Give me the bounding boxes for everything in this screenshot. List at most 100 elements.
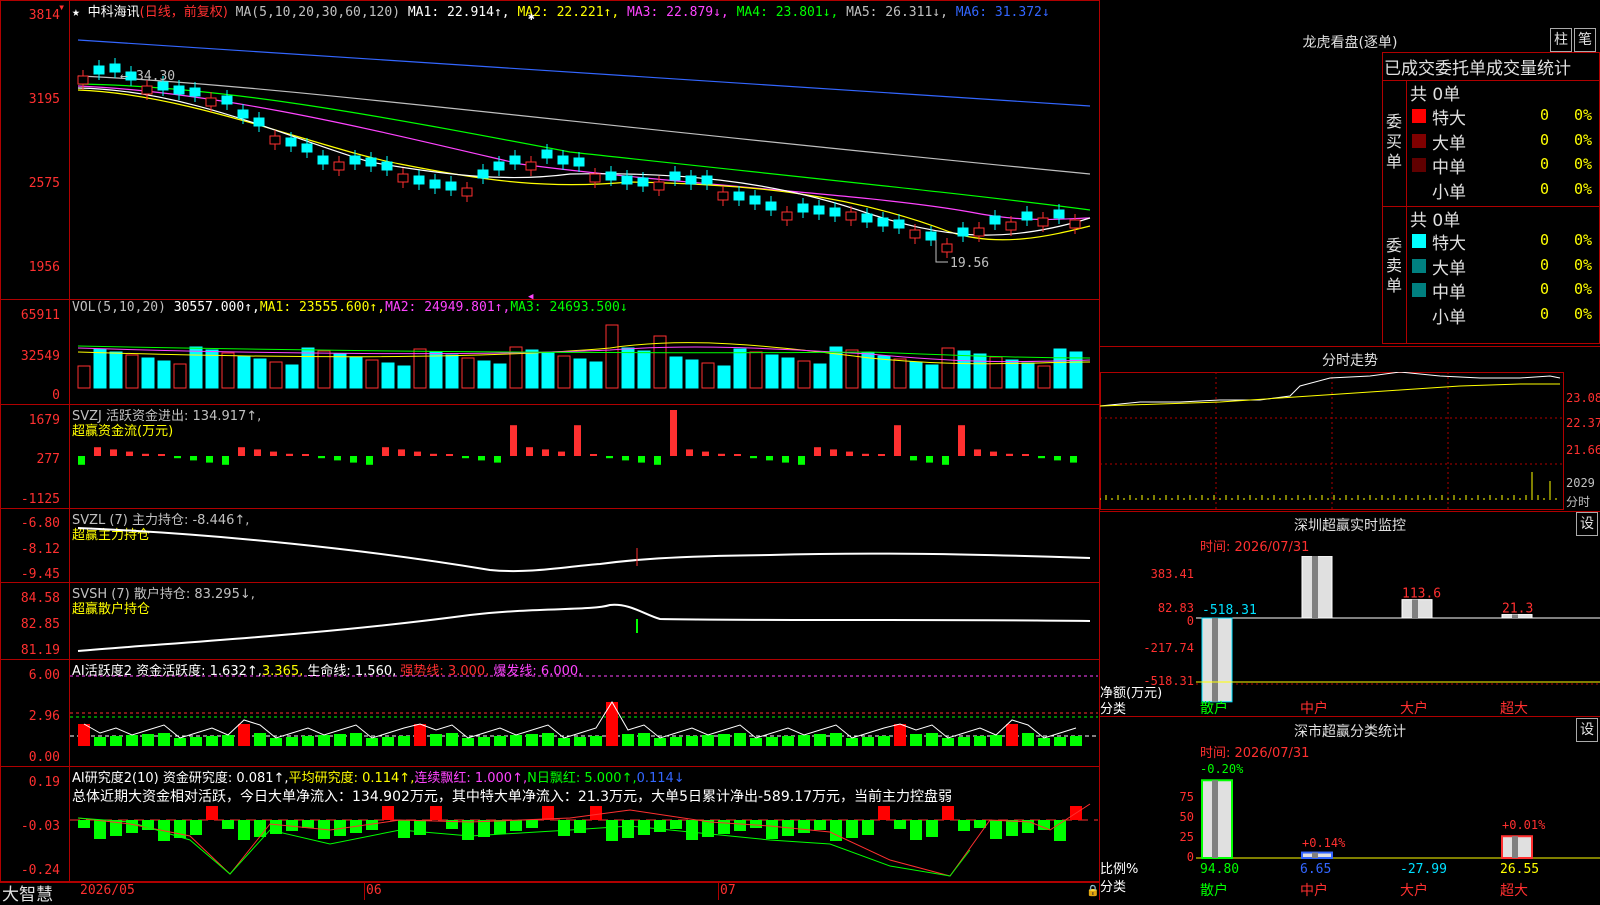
- ai2-bar: [958, 820, 970, 831]
- ai2-bar: [382, 806, 394, 820]
- row-label: 中单: [1432, 283, 1466, 303]
- svzj-bar: [574, 425, 581, 456]
- volume-bar: [1069, 351, 1083, 389]
- svzj-bar: [366, 456, 373, 465]
- volume-bar: [1005, 359, 1019, 389]
- svzj-bar: [606, 456, 613, 459]
- volume-bar: [909, 361, 923, 389]
- ai1-bar: [1006, 724, 1018, 746]
- svzj-bar: [382, 447, 389, 456]
- ai2-bar: [750, 820, 762, 828]
- volume-bar: [269, 361, 283, 389]
- ai2-bar: [814, 820, 826, 830]
- ai2-bar: [686, 820, 698, 840]
- candle-body: [109, 63, 121, 73]
- candle-body: [477, 169, 489, 179]
- intraday-chart[interactable]: [1100, 372, 1564, 510]
- candle-body: [877, 217, 889, 227]
- svzj-bar: [958, 425, 965, 456]
- volume-chart[interactable]: [70, 310, 1098, 402]
- candle-body: [845, 211, 857, 221]
- lock-icon[interactable]: 🔒: [1086, 884, 1100, 897]
- class-time: 时间: 2026/07/31: [1200, 746, 1310, 761]
- class-bottom-label: 94.80: [1200, 862, 1240, 877]
- svzj-bar: [670, 410, 677, 456]
- ai2-y-tick: 0.19: [28, 775, 60, 790]
- y-tick: 3814: [28, 8, 60, 23]
- class-bottom-label: -27.99: [1400, 862, 1447, 877]
- high-marker: ←: [120, 69, 128, 84]
- class-title: 深市超赢分类统计: [1294, 724, 1406, 740]
- candle-body: [957, 227, 969, 237]
- volume-bar: [925, 364, 939, 389]
- svzj-bar: [558, 451, 565, 456]
- x-divider: [364, 882, 365, 900]
- monitor-bar-shade: [1412, 599, 1418, 618]
- svzj-bar: [142, 453, 149, 456]
- monitor-settings-button[interactable]: 设: [1576, 512, 1598, 536]
- x-tick: 07: [720, 883, 736, 898]
- volume-bar: [141, 357, 155, 389]
- ai1-bar: [862, 737, 874, 746]
- candle-body: [221, 95, 233, 105]
- volume-bar: [189, 346, 203, 389]
- class-tick: 0: [1186, 850, 1194, 864]
- ai1-bar: [750, 738, 762, 746]
- svzj-bar: [510, 425, 517, 456]
- monitor-tick: 82.83: [1157, 601, 1194, 615]
- ai1-bar: [174, 738, 186, 746]
- svzl-y-tick: -8.12: [20, 542, 60, 557]
- ai2-bar: [254, 820, 266, 837]
- volume-bar: [333, 353, 347, 389]
- svzj-chart[interactable]: [70, 410, 1098, 506]
- ai1-bar: [910, 734, 922, 746]
- svzj-bar: [750, 456, 757, 459]
- ai1-bar: [78, 724, 90, 746]
- candle-body: [669, 171, 681, 181]
- ai2-bar: [94, 820, 106, 839]
- row-label: 小单: [1432, 182, 1466, 203]
- class-settings-button[interactable]: 设: [1576, 718, 1598, 742]
- row-pct: 0%: [1574, 280, 1593, 298]
- pen-mode-button[interactable]: 笔: [1574, 28, 1596, 52]
- ai2-bar: [622, 820, 634, 838]
- svzj-bar: [318, 456, 325, 459]
- buy-side-label: 委买单: [1386, 112, 1403, 171]
- ai2-bar: [670, 820, 682, 829]
- svzl-chart[interactable]: [70, 510, 1098, 580]
- class-bar-shade: [1312, 852, 1318, 858]
- svzl-y-tick: -9.45: [20, 567, 60, 582]
- ai2-bar: [494, 820, 506, 834]
- monitor-tick: -217.74: [1143, 641, 1194, 655]
- volume-bar: [557, 355, 571, 389]
- ai1-bar: [222, 735, 234, 746]
- ai1-bar: [94, 737, 106, 746]
- intraday-top-border: [1099, 346, 1600, 347]
- bar-mode-button[interactable]: 柱: [1550, 28, 1572, 52]
- row-label: 大单: [1432, 133, 1466, 154]
- low-label: 19.56: [950, 256, 989, 271]
- svzj-bar: [1022, 454, 1029, 456]
- intraday-tick: 2029: [1566, 476, 1595, 490]
- svsh-chart[interactable]: [70, 585, 1098, 657]
- ai2-chart[interactable]: [70, 800, 1098, 878]
- svzj-bar: [350, 456, 357, 463]
- volume-bar: [685, 359, 699, 389]
- brand-logo[interactable]: 大智慧: [2, 880, 53, 905]
- ai1-chart[interactable]: [70, 662, 1098, 764]
- ai1-bar: [110, 736, 122, 746]
- y-tick: 1956: [28, 260, 60, 275]
- candle-body: [141, 85, 153, 95]
- ai1-bar: [990, 735, 1002, 746]
- row-count: 0: [1540, 231, 1550, 249]
- ai2-bar: [1038, 820, 1050, 830]
- monitor-chart[interactable]: -518.31 383.41 113.6 21.3: [1196, 556, 1600, 706]
- svzj-bar: [414, 451, 421, 456]
- kline-chart[interactable]: ← 34.30 19.56: [70, 14, 1098, 284]
- svzj-bar: [542, 449, 549, 456]
- svsh-y-tick: 84.58: [20, 591, 60, 606]
- candle-body: [925, 231, 937, 241]
- ai2-bar: [990, 820, 1002, 839]
- monitor-value: -518.31: [1202, 603, 1257, 618]
- volume-bar: [397, 365, 411, 389]
